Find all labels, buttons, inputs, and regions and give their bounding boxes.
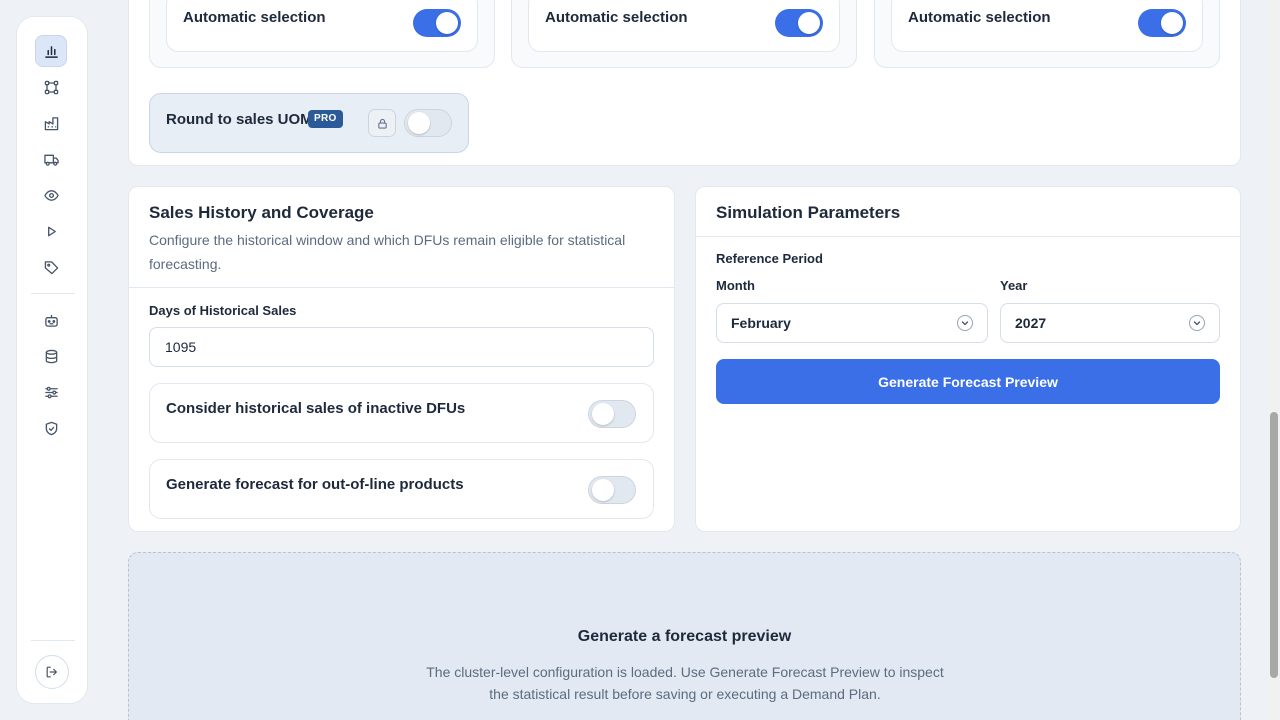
auto-selection-label: Automatic selection — [908, 9, 1051, 26]
logout-button[interactable] — [35, 655, 69, 689]
sidebar-item-security[interactable] — [35, 412, 67, 444]
card-divider — [129, 287, 674, 288]
toggle-knob — [1161, 12, 1183, 34]
pro-badge: PRO — [308, 110, 343, 128]
tag-icon — [44, 260, 58, 274]
inactive-dfus-option: Consider historical sales of inactive DF… — [149, 383, 654, 443]
card-divider — [696, 236, 1240, 237]
toggle-knob — [436, 12, 458, 34]
days-history-label: Days of Historical Sales — [149, 303, 297, 318]
days-history-input[interactable]: 1095 — [149, 327, 654, 367]
forecast-preview-empty-state: Generate a forecast preview The cluster-… — [128, 552, 1241, 720]
sidebar-item-factory[interactable] — [35, 107, 67, 139]
year-label: Year — [1000, 278, 1028, 293]
month-value: February — [731, 315, 791, 331]
lock-icon — [377, 118, 387, 129]
sales-history-description: Configure the historical window and whic… — [149, 232, 626, 272]
truck-icon — [43, 154, 59, 166]
auto-selection-toggle[interactable] — [775, 9, 823, 37]
out-of-line-label: Generate forecast for out-of-line produc… — [166, 476, 464, 493]
sidebar-item-settings[interactable] — [35, 376, 67, 408]
auto-selection-label: Automatic selection — [183, 9, 326, 26]
database-icon — [45, 349, 57, 363]
auto-selection-row: Automatic selection — [528, 0, 840, 52]
out-of-line-toggle[interactable] — [588, 476, 636, 504]
eye-icon — [43, 189, 59, 201]
year-select[interactable]: 2027 — [1000, 303, 1220, 343]
sliders-icon — [44, 386, 58, 398]
preview-description: The cluster-level configuration is loade… — [426, 664, 944, 702]
sidebar-divider — [31, 293, 75, 294]
scrollbar-thumb[interactable] — [1270, 412, 1278, 678]
sidebar-item-assistant[interactable] — [35, 304, 67, 336]
sidebar-item-run[interactable] — [35, 215, 67, 247]
auto-selection-toggle[interactable] — [413, 9, 461, 37]
auto-selection-card: Automatic selection — [511, 0, 857, 68]
auto-selection-card: Automatic selection — [149, 0, 495, 68]
sidebar — [16, 16, 88, 704]
toggle-knob — [592, 479, 614, 501]
generate-forecast-preview-button[interactable]: Generate Forecast Preview — [716, 359, 1220, 404]
auto-selection-row: Automatic selection — [166, 0, 478, 52]
reference-period-label: Reference Period — [716, 251, 823, 266]
inactive-dfus-toggle[interactable] — [588, 400, 636, 428]
chevron-down-icon — [1189, 315, 1205, 331]
page-scrollbar[interactable] — [1268, 0, 1280, 720]
factory-icon — [44, 116, 58, 130]
simulation-title: Simulation Parameters — [716, 203, 901, 222]
sidebar-item-analytics[interactable] — [35, 35, 67, 67]
year-value: 2027 — [1015, 315, 1047, 331]
auto-selection-toggle[interactable] — [1138, 9, 1186, 37]
round-uom-toggle[interactable] — [404, 109, 452, 137]
auto-selection-row: Automatic selection — [891, 0, 1203, 52]
lock-button[interactable] — [368, 109, 396, 137]
sidebar-item-pricing[interactable] — [35, 251, 67, 283]
toggle-knob — [592, 403, 614, 425]
shield-check-icon — [45, 421, 57, 435]
sidebar-divider — [31, 640, 75, 641]
month-select[interactable]: February — [716, 303, 988, 343]
sales-history-card: Sales History and Coverage Configure the… — [128, 186, 675, 532]
auto-selection-card: Automatic selection — [874, 0, 1220, 68]
simulation-card: Simulation Parameters Reference Period M… — [695, 186, 1241, 532]
inactive-dfus-label: Consider historical sales of inactive DF… — [166, 400, 466, 417]
sidebar-item-data[interactable] — [35, 340, 67, 372]
network-icon — [44, 80, 58, 94]
auto-selection-label: Automatic selection — [545, 9, 688, 26]
logout-icon — [46, 666, 57, 678]
sidebar-item-logistics[interactable] — [35, 143, 67, 175]
sales-history-title: Sales History and Coverage — [149, 203, 374, 222]
robot-icon — [44, 314, 58, 327]
preview-title: Generate a forecast preview — [577, 628, 792, 645]
sidebar-item-network[interactable] — [35, 71, 67, 103]
play-icon — [47, 226, 56, 236]
out-of-line-option: Generate forecast for out-of-line produc… — [149, 459, 654, 519]
round-uom-label: Round to sales UOM — [166, 111, 313, 128]
sidebar-item-visibility[interactable] — [35, 179, 67, 211]
bar-chart-icon — [44, 45, 58, 58]
toggle-knob — [408, 112, 430, 134]
round-uom-card: Round to sales UOM PRO — [149, 93, 469, 153]
toggle-knob — [798, 12, 820, 34]
chevron-down-icon — [957, 315, 973, 331]
month-label: Month — [716, 278, 755, 293]
